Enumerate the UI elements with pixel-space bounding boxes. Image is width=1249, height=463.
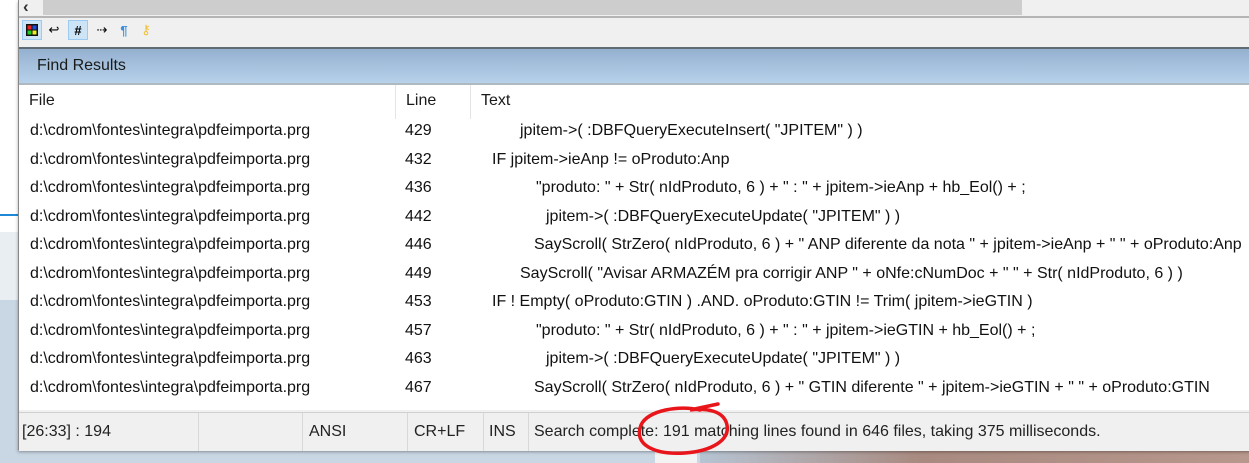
result-file: d:\cdrom\fontes\integra\pdfeimporta.prg [30, 378, 311, 396]
status-line-ending: CR+LF [408, 413, 484, 451]
result-line: 467 [405, 378, 432, 396]
result-text: jpitem->( :DBFQueryExecuteInsert( "JPITE… [520, 122, 863, 139]
desktop-background-panel [0, 232, 18, 300]
toolbar: ↩ # ⇢ ¶ ⚷ [19, 18, 1249, 42]
result-file: d:\cdrom\fontes\integra\pdfeimporta.prg [30, 236, 311, 253]
result-line: 436 [405, 179, 432, 196]
color-grid-icon[interactable] [22, 20, 42, 40]
status-encoding: ANSI [303, 413, 408, 451]
result-row[interactable]: d:\cdrom\fontes\integra\pdfeimporta.prg 4… [19, 151, 1249, 179]
result-text: SayScroll( "Avisar ARMAZÉM pra corrigir … [520, 264, 1183, 282]
key-icon[interactable]: ⚷ [136, 20, 156, 40]
result-row[interactable]: d:\cdrom\fontes\integra\pdfeimporta.prg 4… [19, 179, 1249, 207]
result-line: 457 [405, 321, 432, 339]
scrollbar-thumb[interactable] [43, 0, 1022, 15]
result-file: d:\cdrom\fontes\integra\pdfeimporta.prg [30, 264, 311, 282]
tab-arrow-icon[interactable]: ⇢ [92, 20, 112, 40]
result-line: 442 [405, 207, 432, 225]
result-row[interactable]: d:\cdrom\fontes\integra\pdfeimporta.prg 4… [19, 293, 1249, 321]
line-numbers-icon[interactable]: # [68, 20, 88, 40]
status-insert-mode: INS [484, 413, 529, 451]
result-text: jpitem->( :DBFQueryExecuteUpdate( "JPITE… [546, 350, 901, 367]
editor-window: ‹ ↩ # ⇢ ¶ ⚷ Find Results File Line Text … [18, 0, 1249, 451]
result-row[interactable]: d:\cdrom\fontes\integra\pdfeimporta.prg 4… [19, 379, 1249, 407]
status-empty-cell [199, 413, 303, 451]
panel-title: Find Results [37, 57, 126, 74]
desktop-divider [0, 214, 18, 216]
result-row[interactable]: d:\cdrom\fontes\integra\pdfeimporta.prg 4… [19, 350, 1249, 378]
result-file: d:\cdrom\fontes\integra\pdfeimporta.prg [30, 293, 311, 310]
result-text: SayScroll( StrZero( nIdProduto, 6 ) + " … [534, 236, 1242, 253]
result-row[interactable]: d:\cdrom\fontes\integra\pdfeimporta.prg 4… [19, 208, 1249, 236]
find-results-list: File Line Text d:\cdrom\fontes\integra\p… [19, 85, 1249, 410]
pilcrow-icon[interactable]: ¶ [114, 20, 134, 40]
result-file: d:\cdrom\fontes\integra\pdfeimporta.prg [30, 350, 311, 367]
result-file: d:\cdrom\fontes\integra\pdfeimporta.prg [30, 179, 311, 196]
result-text: IF jpitem->ieAnp != oProduto:Anp [492, 150, 730, 168]
result-text: "produto: " + Str( nIdProduto, 6 ) + " :… [536, 179, 1026, 196]
word-wrap-icon[interactable]: ↩ [44, 20, 64, 40]
result-line: 449 [405, 264, 432, 282]
result-file: d:\cdrom\fontes\integra\pdfeimporta.prg [30, 207, 311, 225]
result-row[interactable]: d:\cdrom\fontes\integra\pdfeimporta.prg 4… [19, 236, 1249, 264]
result-row[interactable]: d:\cdrom\fontes\integra\pdfeimporta.prg 4… [19, 265, 1249, 293]
status-message: Search complete: 191 matching lines foun… [534, 423, 1101, 440]
column-header-line[interactable]: Line [396, 85, 471, 119]
result-text: jpitem->( :DBFQueryExecuteUpdate( "JPITE… [546, 207, 901, 225]
result-line: 453 [405, 293, 432, 310]
result-file: d:\cdrom\fontes\integra\pdfeimporta.prg [30, 150, 311, 168]
column-header-file[interactable]: File [19, 85, 396, 119]
result-line: 446 [405, 236, 432, 253]
horizontal-scrollbar[interactable]: ‹ [19, 0, 1249, 18]
result-file: d:\cdrom\fontes\integra\pdfeimporta.prg [30, 122, 311, 139]
status-bar: [26:33] : 194 ANSI CR+LF INS Search comp… [19, 412, 1249, 451]
scroll-left-icon[interactable]: ‹ [23, 0, 29, 17]
result-line: 432 [405, 150, 432, 168]
desktop-wallpaper [700, 450, 1249, 463]
result-line: 429 [405, 122, 432, 139]
result-row[interactable]: d:\cdrom\fontes\integra\pdfeimporta.prg 4… [19, 122, 1249, 150]
find-results-header: Find Results [19, 47, 1249, 85]
desktop-background [655, 450, 697, 463]
result-text: IF ! Empty( oProduto:GTIN ) .AND. oProdu… [492, 293, 1033, 310]
result-row[interactable]: d:\cdrom\fontes\integra\pdfeimporta.prg 4… [19, 322, 1249, 350]
result-text: SayScroll( StrZero( nIdProduto, 6 ) + " … [534, 378, 1210, 396]
result-file: d:\cdrom\fontes\integra\pdfeimporta.prg [30, 321, 311, 339]
result-text: "produto: " + Str( nIdProduto, 6 ) + " :… [536, 321, 1036, 339]
result-line: 463 [405, 350, 432, 367]
column-header-text[interactable]: Text [471, 85, 1249, 119]
status-cursor-position: [26:33] : 194 [19, 413, 199, 451]
